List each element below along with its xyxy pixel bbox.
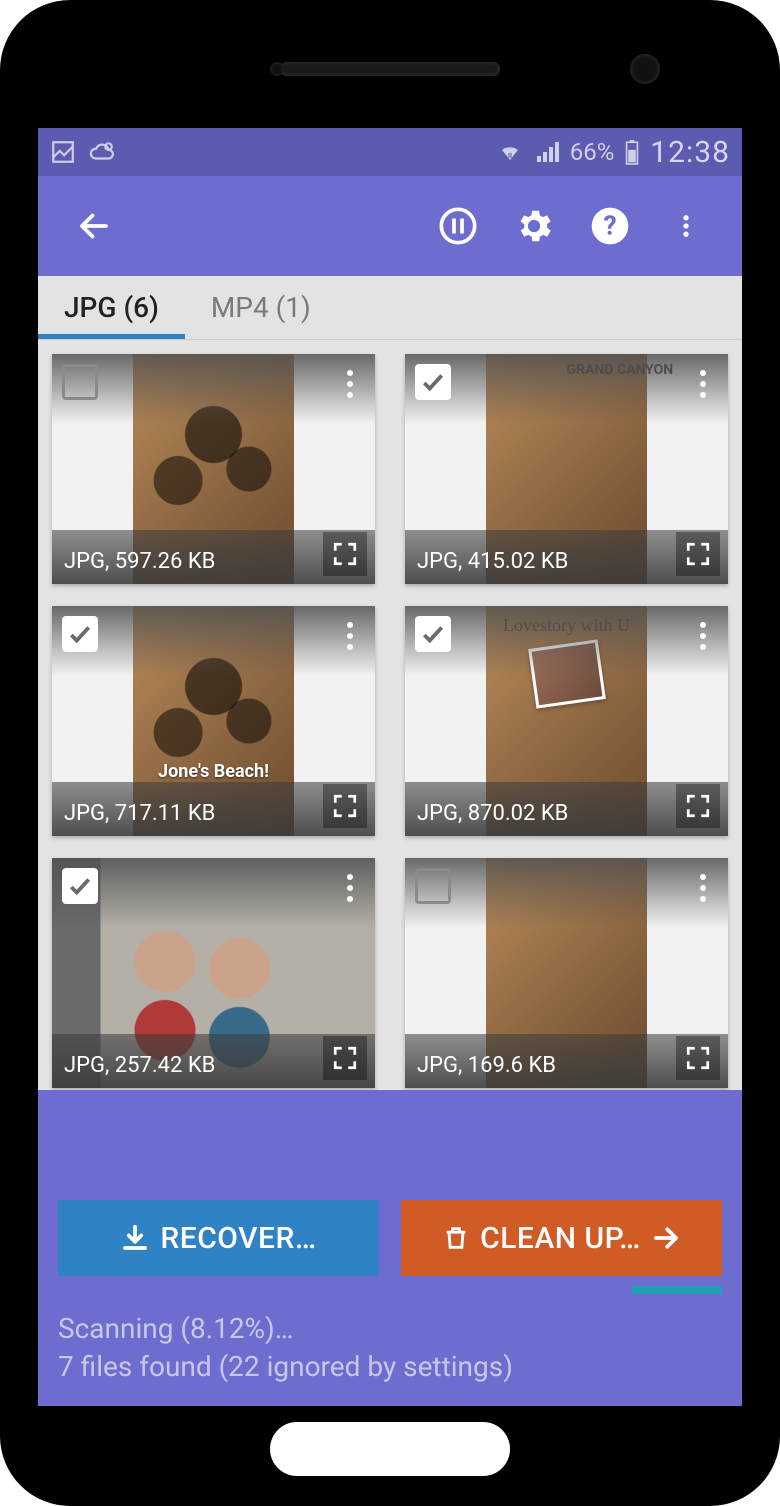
result-tile[interactable]: JPG, 169.6 KB <box>405 858 728 1088</box>
phone-home-button[interactable] <box>270 1422 510 1476</box>
result-tile[interactable]: JPG, 597.26 KB <box>52 354 375 584</box>
tab-row: JPG (6) MP4 (1) <box>38 276 742 340</box>
tile-menu-button[interactable] <box>688 616 718 656</box>
tab-mp4[interactable]: MP4 (1) <box>185 276 337 339</box>
clock-label: 12:38 <box>650 135 730 170</box>
battery-icon <box>624 139 640 165</box>
select-checkbox[interactable] <box>62 868 98 904</box>
recover-button[interactable]: RECOVER… <box>58 1200 379 1276</box>
results-area[interactable]: JPG, 597.26 KB GRAND CANYON <box>38 340 742 1090</box>
tile-menu-button[interactable] <box>688 364 718 404</box>
result-tile[interactable]: Lovestory with U JPG, 870.02 KB <box>405 606 728 836</box>
battery-pct-label: 66% <box>570 138 615 166</box>
file-size-label: JPG, 257.42 KB <box>64 1053 215 1078</box>
overflow-menu-button[interactable] <box>656 196 716 256</box>
fullscreen-button[interactable] <box>676 532 720 576</box>
phone-earpiece <box>280 62 500 76</box>
svg-text:?: ? <box>603 209 616 241</box>
cleanup-button[interactable]: CLEAN UP… <box>401 1200 722 1276</box>
file-size-label: JPG, 415.02 KB <box>417 549 568 574</box>
phone-front-camera <box>630 54 660 84</box>
select-checkbox[interactable] <box>62 364 98 400</box>
select-checkbox[interactable] <box>415 868 451 904</box>
recover-label: RECOVER… <box>160 1221 316 1256</box>
help-button[interactable]: ? <box>580 196 640 256</box>
file-size-label: JPG, 169.6 KB <box>417 1053 556 1078</box>
tile-menu-button[interactable] <box>335 868 365 908</box>
notification-image-icon <box>50 139 76 165</box>
download-icon <box>120 1223 150 1253</box>
back-button[interactable] <box>64 196 124 256</box>
results-grid: JPG, 597.26 KB GRAND CANYON <box>52 354 728 1088</box>
scanning-label: Scanning (8.12%)… <box>58 1310 722 1348</box>
result-tile[interactable]: JPG, 257.42 KB <box>52 858 375 1088</box>
fullscreen-button[interactable] <box>323 1036 367 1080</box>
tile-menu-button[interactable] <box>688 868 718 908</box>
phone-proximity-sensor <box>270 62 284 76</box>
file-size-label: JPG, 717.11 KB <box>64 801 215 826</box>
tile-menu-button[interactable] <box>335 364 365 404</box>
phone-frame: 66% 12:38 ? <box>0 0 780 1506</box>
fullscreen-button[interactable] <box>323 532 367 576</box>
select-checkbox[interactable] <box>415 364 451 400</box>
file-size-label: JPG, 870.02 KB <box>417 801 568 826</box>
bottom-panel: RECOVER… CLEAN UP… Scanning (8.12%)… 7 f… <box>38 1090 742 1406</box>
notification-cloud-icon <box>88 139 116 165</box>
pause-button[interactable] <box>428 196 488 256</box>
progress-indicator <box>632 1286 722 1294</box>
result-tile[interactable]: Jone's Beach! JPG, 717.11 KB <box>52 606 375 836</box>
result-tile[interactable]: GRAND CANYON JPG, 415.02 KB <box>405 354 728 584</box>
scan-status: Scanning (8.12%)… 7 files found (22 igno… <box>58 1310 722 1386</box>
settings-button[interactable] <box>504 196 564 256</box>
fullscreen-button[interactable] <box>676 784 720 828</box>
cell-signal-icon <box>534 140 560 164</box>
arrow-right-icon <box>651 1223 681 1253</box>
app-screen: 66% 12:38 ? <box>38 128 742 1406</box>
tab-label: JPG (6) <box>64 291 159 324</box>
cleanup-label: CLEAN UP… <box>480 1221 641 1256</box>
status-bar: 66% 12:38 <box>38 128 742 176</box>
select-checkbox[interactable] <box>62 616 98 652</box>
trash-icon <box>442 1223 470 1253</box>
thumb-overlay-text: Jone's Beach! <box>158 761 269 782</box>
tab-label: MP4 (1) <box>211 291 311 324</box>
select-checkbox[interactable] <box>415 616 451 652</box>
file-size-label: JPG, 597.26 KB <box>64 549 215 574</box>
files-found-label: 7 files found (22 ignored by settings) <box>58 1348 722 1386</box>
wifi-icon <box>496 140 524 164</box>
tab-jpg[interactable]: JPG (6) <box>38 276 185 339</box>
tile-menu-button[interactable] <box>335 616 365 656</box>
fullscreen-button[interactable] <box>676 1036 720 1080</box>
app-toolbar: ? <box>38 176 742 276</box>
fullscreen-button[interactable] <box>323 784 367 828</box>
